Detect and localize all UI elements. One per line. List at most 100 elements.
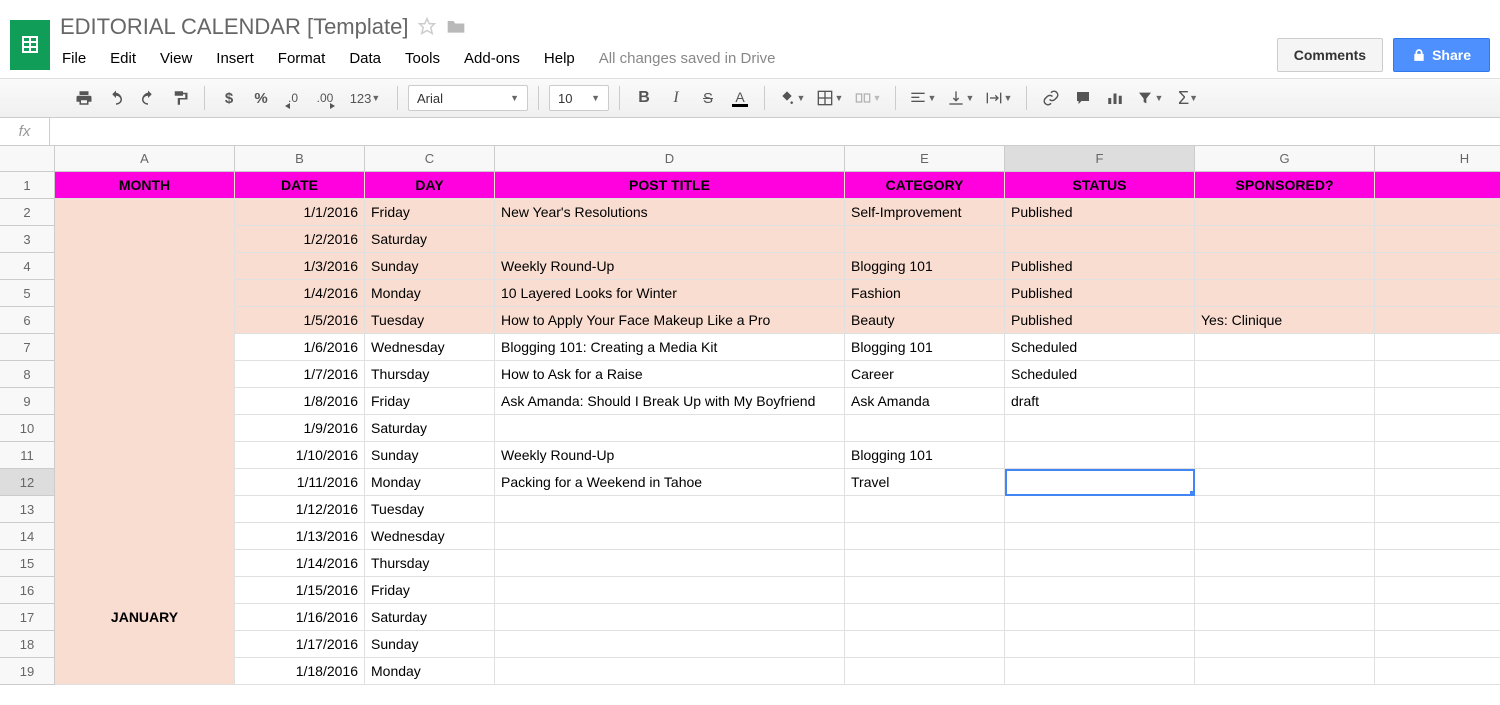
cell-E14[interactable] (845, 523, 1005, 550)
cell-C11[interactable]: Sunday (365, 442, 495, 469)
menu-insert[interactable]: Insert (216, 50, 254, 67)
cell-G17[interactable] (1195, 604, 1375, 631)
cell-G4[interactable] (1195, 253, 1375, 280)
cell-G16[interactable] (1195, 577, 1375, 604)
cell-D7[interactable]: Blogging 101: Creating a Media Kit (495, 334, 845, 361)
insert-chart-icon[interactable] (1101, 84, 1129, 112)
cell-F8[interactable]: Scheduled (1005, 361, 1195, 388)
cell-F13[interactable] (1005, 496, 1195, 523)
currency-button[interactable]: $ (215, 84, 243, 112)
row-header-3[interactable]: 3 (0, 226, 55, 253)
cell-G18[interactable] (1195, 631, 1375, 658)
cell-F6[interactable]: Published (1005, 307, 1195, 334)
insert-comment-icon[interactable] (1069, 84, 1097, 112)
cell-E3[interactable] (845, 226, 1005, 253)
menu-edit[interactable]: Edit (110, 50, 136, 67)
row-header-1[interactable]: 1 (0, 172, 55, 199)
cell-month[interactable] (55, 469, 235, 496)
column-header-A[interactable]: A (55, 146, 235, 172)
sheets-logo[interactable] (10, 20, 50, 70)
row-header-6[interactable]: 6 (0, 307, 55, 334)
cell-D18[interactable] (495, 631, 845, 658)
cell-F4[interactable]: Published (1005, 253, 1195, 280)
cell-G13[interactable] (1195, 496, 1375, 523)
cell-F12[interactable] (1005, 469, 1195, 496)
header-cell-d[interactable]: POST TITLE (495, 172, 845, 199)
select-all-corner[interactable] (0, 146, 55, 172)
cell-B13[interactable]: 1/12/2016 (235, 496, 365, 523)
cell-G9[interactable] (1195, 388, 1375, 415)
menu-data[interactable]: Data (349, 50, 381, 67)
cell-C4[interactable]: Sunday (365, 253, 495, 280)
row-header-14[interactable]: 14 (0, 523, 55, 550)
undo-icon[interactable] (102, 84, 130, 112)
cell-E4[interactable]: Blogging 101 (845, 253, 1005, 280)
cell-B8[interactable]: 1/7/2016 (235, 361, 365, 388)
cell-C10[interactable]: Saturday (365, 415, 495, 442)
cell-B6[interactable]: 1/5/2016 (235, 307, 365, 334)
print-icon[interactable] (70, 84, 98, 112)
cell-H7[interactable] (1375, 334, 1500, 361)
menu-tools[interactable]: Tools (405, 50, 440, 67)
row-header-15[interactable]: 15 (0, 550, 55, 577)
cell-C2[interactable]: Friday (365, 199, 495, 226)
cell-F9[interactable]: draft (1005, 388, 1195, 415)
header-cell-f[interactable]: STATUS (1005, 172, 1195, 199)
cell-month[interactable] (55, 415, 235, 442)
header-cell-c[interactable]: DAY (365, 172, 495, 199)
cell-F2[interactable]: Published (1005, 199, 1195, 226)
cell-E12[interactable]: Travel (845, 469, 1005, 496)
cell-month[interactable] (55, 631, 235, 658)
cell-E13[interactable] (845, 496, 1005, 523)
cell-month[interactable] (55, 388, 235, 415)
cell-H6[interactable] (1375, 307, 1500, 334)
cell-G7[interactable] (1195, 334, 1375, 361)
text-color-icon[interactable]: A (726, 84, 754, 112)
cell-E16[interactable] (845, 577, 1005, 604)
row-header-18[interactable]: 18 (0, 631, 55, 658)
cell-B4[interactable]: 1/3/2016 (235, 253, 365, 280)
cell-month[interactable] (55, 658, 235, 685)
row-header-12[interactable]: 12 (0, 469, 55, 496)
cell-H11[interactable] (1375, 442, 1500, 469)
cell-C13[interactable]: Tuesday (365, 496, 495, 523)
cell-H4[interactable] (1375, 253, 1500, 280)
row-header-13[interactable]: 13 (0, 496, 55, 523)
cell-H3[interactable] (1375, 226, 1500, 253)
cell-F18[interactable] (1005, 631, 1195, 658)
text-wrap-icon[interactable]: ▼ (982, 84, 1016, 112)
cell-C15[interactable]: Thursday (365, 550, 495, 577)
cell-D17[interactable] (495, 604, 845, 631)
menu-file[interactable]: File (62, 50, 86, 67)
cell-G11[interactable] (1195, 442, 1375, 469)
cell-B10[interactable]: 1/9/2016 (235, 415, 365, 442)
cell-B15[interactable]: 1/14/2016 (235, 550, 365, 577)
cell-E7[interactable]: Blogging 101 (845, 334, 1005, 361)
header-cell-e[interactable]: CATEGORY (845, 172, 1005, 199)
cell-E5[interactable]: Fashion (845, 280, 1005, 307)
cell-F19[interactable] (1005, 658, 1195, 685)
cell-G12[interactable] (1195, 469, 1375, 496)
cell-D4[interactable]: Weekly Round-Up (495, 253, 845, 280)
column-header-F[interactable]: F (1005, 146, 1195, 172)
fill-color-icon[interactable]: ▼ (775, 84, 809, 112)
column-header-G[interactable]: G (1195, 146, 1375, 172)
cell-C17[interactable]: Saturday (365, 604, 495, 631)
cell-F10[interactable] (1005, 415, 1195, 442)
column-header-B[interactable]: B (235, 146, 365, 172)
cell-F17[interactable] (1005, 604, 1195, 631)
merge-cells-icon[interactable]: ▼ (851, 84, 885, 112)
cell-H9[interactable] (1375, 388, 1500, 415)
row-header-4[interactable]: 4 (0, 253, 55, 280)
vertical-align-icon[interactable]: ▼ (944, 84, 978, 112)
horizontal-align-icon[interactable]: ▼ (906, 84, 940, 112)
cell-B14[interactable]: 1/13/2016 (235, 523, 365, 550)
row-header-9[interactable]: 9 (0, 388, 55, 415)
cell-C5[interactable]: Monday (365, 280, 495, 307)
cell-E17[interactable] (845, 604, 1005, 631)
cell-month[interactable]: JANUARY (55, 604, 235, 631)
cell-E6[interactable]: Beauty (845, 307, 1005, 334)
cell-B3[interactable]: 1/2/2016 (235, 226, 365, 253)
cell-D14[interactable] (495, 523, 845, 550)
cell-B17[interactable]: 1/16/2016 (235, 604, 365, 631)
